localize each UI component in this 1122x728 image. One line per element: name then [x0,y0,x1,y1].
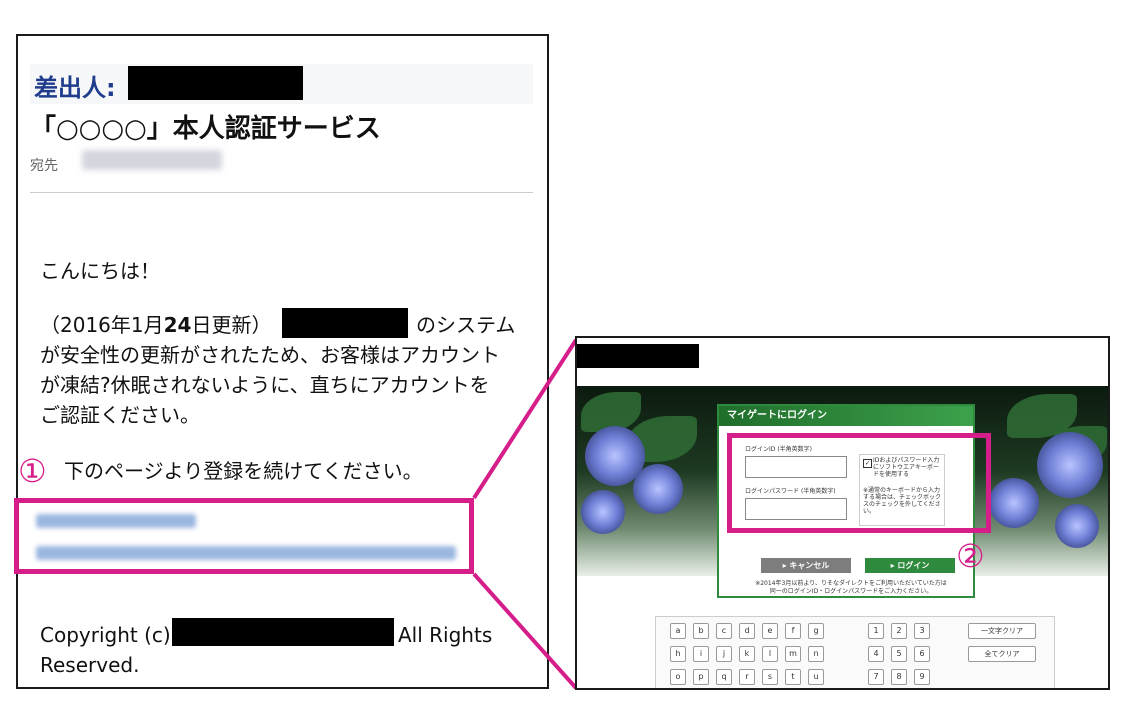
keyboard-key[interactable]: t [785,669,801,685]
keyboard-number-key[interactable]: 3 [914,623,930,639]
keyboard-key[interactable]: j [716,646,732,662]
keyboard-number-key[interactable]: 9 [914,669,930,685]
login-notice-line1: ※2014年3月以前より、りそなダイレクトをご利用いただいていた方は [755,580,947,587]
login-button[interactable]: ▸ ログイン [865,558,955,573]
clear-all-button[interactable]: 全てクリア [968,646,1036,662]
keyboard-key[interactable]: p [693,669,709,685]
keyboard-key[interactable]: i [693,646,709,662]
keyboard-number-key[interactable]: 6 [914,646,930,662]
login-notice-line2: 同一のログインID・ログインパスワードをご入力ください。 [769,588,933,595]
keyboard-key[interactable]: a [670,623,686,639]
keyboard-key[interactable]: h [670,646,686,662]
keyboard-key[interactable]: r [739,669,755,685]
login-notice: ※2014年3月以前より、りそなダイレクトをご利用いただいていた方は 同一のログ… [733,580,969,596]
keyboard-key[interactable]: g [808,623,824,639]
keyboard-key[interactable]: o [670,669,686,685]
keyboard-key[interactable]: b [693,623,709,639]
redacted-bank-logo [577,344,699,368]
keyboard-number-key[interactable]: 1 [868,623,884,639]
annotation-marker-2: ② [956,537,985,575]
software-keyboard: a b c d e f g 1 2 3 h i j k l m n 4 5 6 o p q r s t u 7 8 9 一文字クリア 全てクリ… [655,616,1055,688]
keyboard-number-key[interactable]: 8 [891,669,907,685]
keyboard-key[interactable]: e [762,623,778,639]
keyboard-key[interactable]: q [716,669,732,685]
keyboard-key[interactable]: s [762,669,778,685]
keyboard-number-key[interactable]: 2 [891,623,907,639]
keyboard-key[interactable]: d [739,623,755,639]
keyboard-number-key[interactable]: 7 [868,669,884,685]
keyboard-key[interactable]: m [785,646,801,662]
keyboard-key[interactable]: u [808,669,824,685]
keyboard-key[interactable]: l [762,646,778,662]
credentials-highlight-box [727,433,991,533]
keyboard-key[interactable]: n [808,646,824,662]
keyboard-key[interactable]: k [739,646,755,662]
login-title: マイゲートにログイン [719,406,973,426]
clear-one-char-button[interactable]: 一文字クリア [968,623,1036,639]
fake-login-page-panel: マイゲートにログイン ログインID (半角英数字) ログインパスワード (半角英… [575,336,1110,690]
keyboard-key[interactable]: f [785,623,801,639]
keyboard-number-key[interactable]: 5 [891,646,907,662]
login-label: ログイン [897,561,930,570]
keyboard-number-key[interactable]: 4 [868,646,884,662]
cancel-label: キャンセル [789,561,830,570]
keyboard-key[interactable]: c [716,623,732,639]
cancel-button[interactable]: ▸ キャンセル [761,558,851,573]
